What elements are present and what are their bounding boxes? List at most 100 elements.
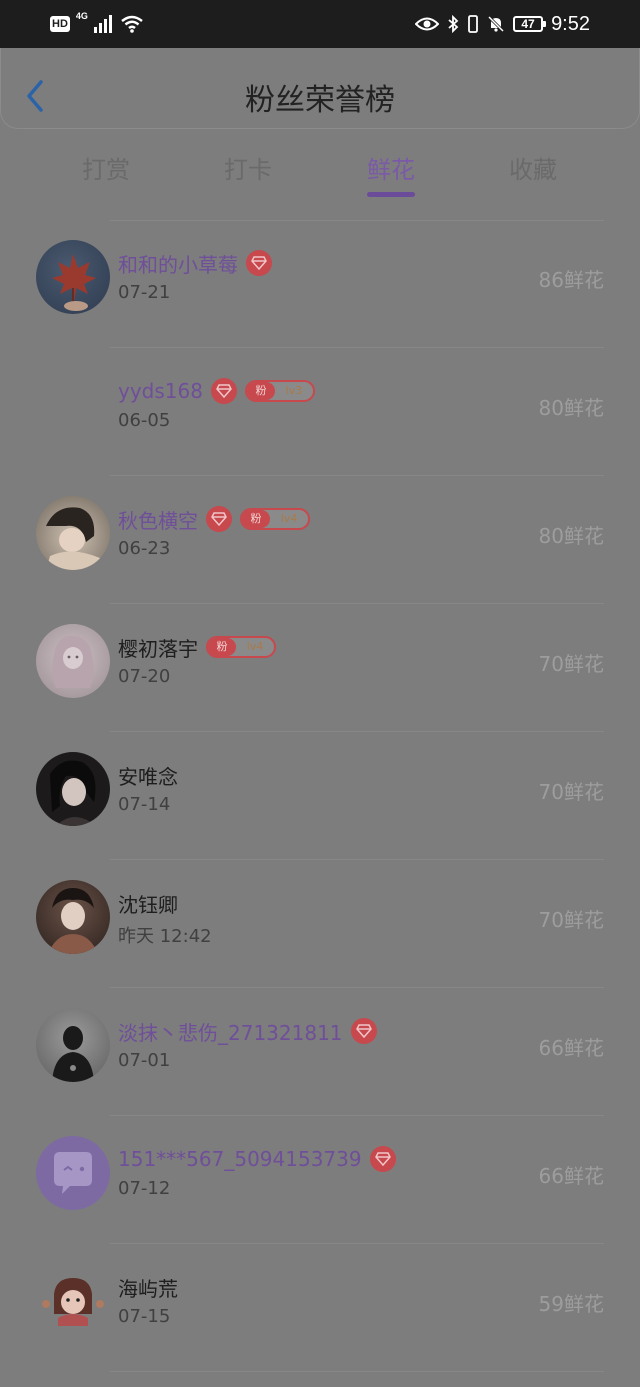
user-name[interactable]: yyds168 <box>118 379 203 403</box>
user-name[interactable]: 151***567_5094153739 <box>118 1147 362 1171</box>
fan-label: 粉 <box>208 638 236 656</box>
tab-flowers[interactable]: 鲜花 <box>321 150 461 197</box>
flower-count: 59鲜花 <box>538 1292 604 1316</box>
name-line: 和和的小草莓 <box>118 248 272 278</box>
list-item[interactable]: yyds168 粉 lv3 06-05 80鲜花 <box>0 348 640 476</box>
tab-active-indicator <box>367 192 415 197</box>
status-bar: HD 4G 47 9:52 <box>0 0 640 48</box>
user-name[interactable]: 秋色横空 <box>118 505 198 534</box>
date-text: 06-23 <box>118 538 171 559</box>
name-line: yyds168 粉 lv3 <box>118 376 315 406</box>
avatar[interactable] <box>36 240 110 314</box>
status-left: HD 4G <box>50 11 144 36</box>
name-line: 沈钰卿 <box>118 888 178 918</box>
level-label: lv3 <box>285 384 303 397</box>
tab-bar: 打赏 打卡 鲜花 收藏 <box>0 140 640 204</box>
date-text: 07-15 <box>118 1306 171 1327</box>
user-name[interactable]: 沈钰卿 <box>118 889 178 918</box>
hanfu-portrait-icon <box>48 888 98 954</box>
fan-level-badge: 粉 lv4 <box>206 636 276 658</box>
eye-icon <box>415 16 440 32</box>
name-line: 樱初落宇 粉 lv4 <box>118 632 276 662</box>
date-text: 07-21 <box>118 282 171 303</box>
fan-label: 粉 <box>246 382 275 400</box>
flower-count: 70鲜花 <box>538 780 604 804</box>
tab-label: 打赏 <box>82 156 130 184</box>
user-name[interactable]: 安唯念 <box>118 761 178 790</box>
diamond-vip-icon <box>210 378 237 404</box>
status-right: 47 9:52 <box>415 12 590 36</box>
cartoon-girl-icon <box>42 1278 104 1326</box>
date-text: 07-20 <box>118 666 171 687</box>
level-label: lv4 <box>280 512 298 525</box>
tab-favorites[interactable]: 收藏 <box>463 150 603 185</box>
level-label: lv4 <box>246 640 264 653</box>
hd-icon: HD <box>50 16 70 32</box>
flower-count: 70鲜花 <box>538 652 604 676</box>
vibrate-phone-icon <box>467 15 479 33</box>
dark-portrait-icon <box>50 760 96 826</box>
diamond-vip-icon <box>369 1146 396 1172</box>
list-item[interactable]: 海屿荒 07-15 59鲜花 <box>0 1244 640 1372</box>
flower-count: 70鲜花 <box>538 908 604 932</box>
flower-count: 80鲜花 <box>538 396 604 420</box>
avatar[interactable] <box>36 1264 110 1338</box>
fan-level-badge: 粉 lv4 <box>240 508 310 530</box>
bluetooth-icon <box>447 15 459 33</box>
fan-level-badge: 粉 lv3 <box>244 380 315 402</box>
battery-icon: 47 <box>513 16 547 32</box>
sketch-girl-icon <box>52 635 94 688</box>
avatar[interactable] <box>36 1136 110 1210</box>
date-text: 07-01 <box>118 1050 171 1071</box>
date-text: 06-05 <box>118 410 171 431</box>
clock-time: 9:52 <box>551 12 590 35</box>
avatar[interactable] <box>36 880 110 954</box>
tab-checkin[interactable]: 打卡 <box>178 150 318 185</box>
avatar[interactable] <box>36 624 110 698</box>
tab-reward[interactable]: 打赏 <box>36 150 176 185</box>
tab-label: 收藏 <box>509 156 557 184</box>
header: 粉丝荣誉榜 <box>0 48 640 129</box>
signal-icon <box>93 15 114 33</box>
list-item[interactable]: 安唯念 07-14 70鲜花 <box>0 732 640 860</box>
flower-count: 66鲜花 <box>538 1036 604 1060</box>
user-name[interactable]: 樱初落宇 <box>118 633 198 662</box>
avatar[interactable] <box>36 752 110 826</box>
name-line: 淡抹丶悲伤_271321811 <box>118 1016 377 1046</box>
list-item[interactable]: 秋色横空 粉 lv4 06-23 80鲜花 <box>0 476 640 604</box>
diamond-vip-icon <box>246 250 272 276</box>
flower-count: 86鲜花 <box>538 268 604 292</box>
fan-label: 粉 <box>242 510 270 528</box>
fan-ranking-list: 和和的小草莓 07-21 86鲜花 yyds168 粉 lv3 06-05 80… <box>0 220 640 1372</box>
mute-bell-icon <box>487 15 505 33</box>
tab-label: 打卡 <box>224 156 272 184</box>
name-line: 151***567_5094153739 <box>118 1144 396 1174</box>
page-title: 粉丝荣誉榜 <box>245 83 395 118</box>
list-item[interactable]: 樱初落宇 粉 lv4 07-20 70鲜花 <box>0 604 640 732</box>
network-type: 4G <box>75 11 88 21</box>
list-item[interactable]: 和和的小草莓 07-21 86鲜花 <box>0 220 640 348</box>
user-name[interactable]: 海屿荒 <box>118 1273 178 1302</box>
user-name[interactable]: 和和的小草莓 <box>118 249 238 278</box>
name-line: 安唯念 <box>118 760 178 790</box>
list-item[interactable]: 沈钰卿 昨天 12:42 70鲜花 <box>0 860 640 988</box>
tab-label: 鲜花 <box>367 156 415 184</box>
flower-count: 80鲜花 <box>538 524 604 548</box>
list-item[interactable]: 151***567_5094153739 07-12 66鲜花 <box>0 1116 640 1244</box>
avatar[interactable] <box>36 496 110 570</box>
wifi-icon <box>120 15 144 33</box>
divider <box>110 1371 604 1372</box>
name-line: 秋色横空 粉 lv4 <box>118 504 310 534</box>
date-text: 07-12 <box>118 1178 171 1199</box>
maple-leaf-icon <box>52 254 96 311</box>
chat-bubble-icon <box>54 1152 92 1194</box>
user-name[interactable]: 淡抹丶悲伤_271321811 <box>118 1017 343 1046</box>
name-line: 海屿荒 <box>118 1272 178 1302</box>
avatar[interactable] <box>36 1008 110 1082</box>
date-text: 昨天 12:42 <box>118 926 212 947</box>
flower-count: 66鲜花 <box>538 1164 604 1188</box>
diamond-vip-icon <box>206 506 232 532</box>
list-item[interactable]: 淡抹丶悲伤_271321811 07-01 66鲜花 <box>0 988 640 1116</box>
girl-portrait-icon <box>46 507 100 570</box>
date-text: 07-14 <box>118 794 171 815</box>
